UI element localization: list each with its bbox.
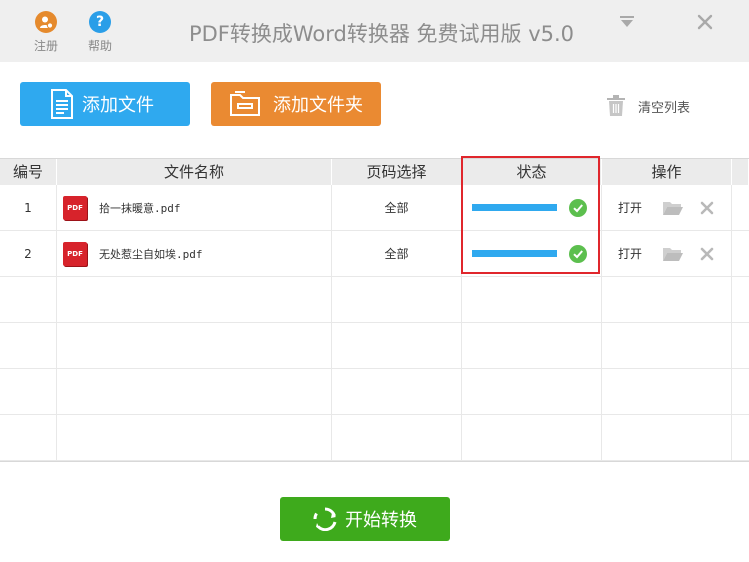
trash-icon [606,95,626,117]
header-spacer [732,159,749,185]
cell-page: 全部 [332,185,462,230]
title-bar: 注册 ? 帮助 PDF转换成Word转换器 免费试用版 v5.0 [0,0,749,62]
empty-cell [732,323,749,368]
check-circle-icon [569,198,587,217]
cell-page: 全部 [332,231,462,276]
cell-operations: 打开 [602,231,732,276]
delete-icon[interactable] [700,201,714,215]
pdf-file-icon: PDF [63,195,87,220]
empty-cell [332,323,462,368]
empty-row [0,323,749,369]
progress-fill [472,204,557,211]
cell-status [462,185,602,230]
empty-cell [602,415,732,460]
page-selection[interactable]: 全部 [384,199,408,216]
cell-spacer [732,231,749,276]
empty-cell [602,369,732,414]
clear-list-label: 清空列表 [638,100,691,116]
empty-cell [602,323,732,368]
row-number: 2 [24,246,32,261]
empty-cell [732,369,749,414]
cell-num: 1 [0,185,57,230]
table-row[interactable]: 1 PDF 拾一抹暖意.pdf 全部 打开 [0,185,749,231]
close-window-icon[interactable] [697,14,713,30]
document-icon [50,89,74,119]
cell-spacer [732,185,749,230]
empty-cell [0,415,57,460]
add-folder-label: 添加文件夹 [273,95,363,116]
cell-status [462,231,602,276]
row-number: 1 [24,200,32,215]
empty-cell [462,323,602,368]
progress-fill [472,250,557,257]
header-num: 编号 [0,159,57,185]
cell-num: 2 [0,231,57,276]
open-file-link[interactable]: 打开 [618,245,642,262]
table-row[interactable]: 2 PDF 无处惹尘自如埃.pdf 全部 打开 [0,231,749,277]
delete-icon[interactable] [700,247,714,261]
header-op: 操作 [602,159,732,185]
header-status: 状态 [462,159,602,185]
empty-cell [602,277,732,322]
empty-cell [0,369,57,414]
empty-cell [462,277,602,322]
open-folder-icon[interactable] [662,246,684,262]
minimize-icon[interactable] [619,14,635,30]
empty-cell [462,415,602,460]
empty-cell [332,369,462,414]
page-selection[interactable]: 全部 [384,245,408,262]
file-name: 无处惹尘自如埃.pdf [99,247,203,261]
open-file-link[interactable]: 打开 [618,199,642,216]
table-body: 1 PDF 拾一抹暖意.pdf 全部 打开 2 PDF 无处惹尘自如埃.pdf 全部 打开 [0,185,749,461]
refresh-icon [313,507,337,531]
check-circle-icon [569,244,587,263]
empty-cell [332,415,462,460]
add-folder-button[interactable]: 添加文件夹 [211,82,381,126]
empty-cell [462,369,602,414]
empty-cell [57,415,332,460]
start-convert-label: 开始转换 [345,510,417,531]
empty-row [0,369,749,415]
empty-cell [0,277,57,322]
empty-row [0,277,749,323]
progress-bar [472,204,557,211]
pdf-file-icon: PDF [63,241,87,266]
empty-cell [732,415,749,460]
empty-cell [57,369,332,414]
cell-name: PDF 拾一抹暖意.pdf [57,185,332,230]
cell-operations: 打开 [602,185,732,230]
table-header: 编号 文件名称 页码选择 状态 操作 [0,159,749,185]
app-title: PDF转换成Word转换器 免费试用版 v5.0 [188,22,575,46]
folder-icon [229,91,261,117]
empty-cell [732,277,749,322]
open-folder-icon[interactable] [662,200,684,216]
cell-name: PDF 无处惹尘自如埃.pdf [57,231,332,276]
progress-bar [472,250,557,257]
file-name: 拾一抹暖意.pdf [99,201,181,215]
empty-cell [0,323,57,368]
empty-row [0,415,749,461]
header-page: 页码选择 [332,159,462,185]
add-file-label: 添加文件 [82,95,154,116]
empty-cell [57,323,332,368]
empty-cell [332,277,462,322]
clear-list-button[interactable]: 清空列表 [606,95,690,117]
empty-cell [57,277,332,322]
file-table: 编号 文件名称 页码选择 状态 操作 1 PDF 拾一抹暖意.pdf 全部 打开 2 PDF… [0,158,749,462]
header-name: 文件名称 [57,159,332,185]
start-convert-button[interactable]: 开始转换 [280,497,450,541]
add-file-button[interactable]: 添加文件 [20,82,190,126]
